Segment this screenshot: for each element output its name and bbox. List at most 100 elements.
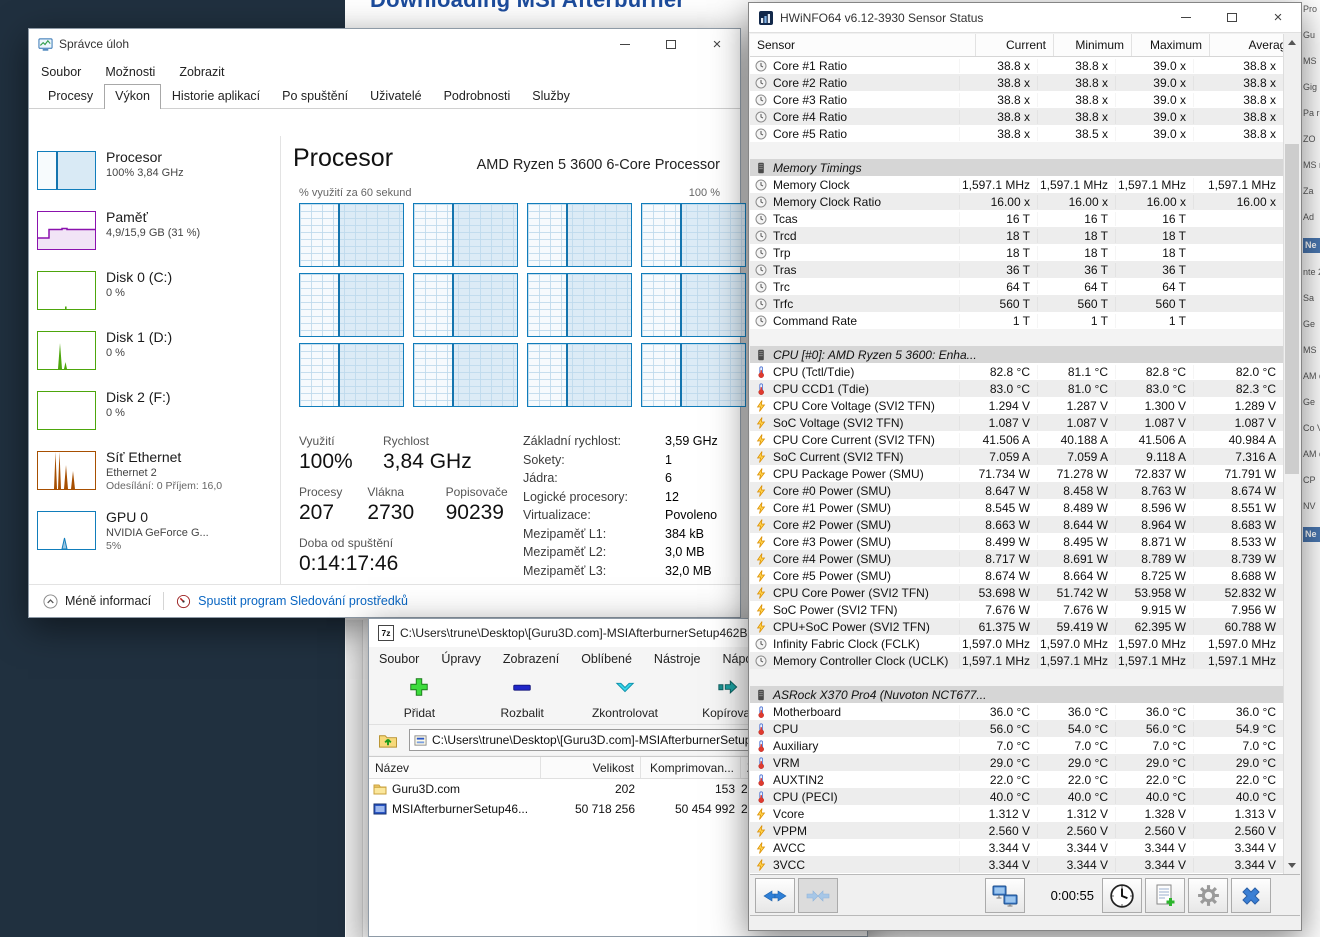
toolbar-button-check[interactable]: Zkontrolovat xyxy=(589,676,662,720)
sensor-row[interactable]: CPU (PECI)40.0 °C40.0 °C40.0 °C40.0 °C xyxy=(750,788,1283,805)
folder-up-button[interactable] xyxy=(375,728,401,752)
column-header-sensor[interactable]: Sensor xyxy=(750,34,976,56)
tab-po-spuštění[interactable]: Po spuštění xyxy=(271,84,359,108)
tab-výkon[interactable]: Výkon xyxy=(104,84,161,109)
sensor-row[interactable]: CPU (Tctl/Tdie)82.8 °C81.1 °C82.8 °C82.0… xyxy=(750,363,1283,380)
page-scrollbar[interactable] xyxy=(346,620,363,937)
sensor-section-header[interactable]: ASRock X370 Pro4 (Nuvoton NCT677... xyxy=(750,686,1283,703)
sensor-row[interactable]: Core #4 Power (SMU)8.717 W8.691 W8.789 W… xyxy=(750,550,1283,567)
minimize-button[interactable] xyxy=(602,29,648,59)
sidebar-item-gpu[interactable]: GPU 0NVIDIA GeForce G...5% xyxy=(37,509,280,569)
sensor-row[interactable]: CPU Core Power (SVI2 TFN)53.698 W51.742 … xyxy=(750,584,1283,601)
menu-item[interactable]: Nástroje xyxy=(654,652,701,666)
menu-item[interactable]: Soubor xyxy=(41,65,81,79)
sensor-row[interactable]: Core #4 Ratio38.8 x38.8 x39.0 x38.8 x xyxy=(750,108,1283,125)
scroll-down-button[interactable] xyxy=(1284,857,1300,874)
sensor-section-header[interactable]: Memory Timings xyxy=(750,159,1283,176)
sensor-row[interactable]: Core #1 Power (SMU)8.545 W8.489 W8.596 W… xyxy=(750,499,1283,516)
sensor-row[interactable]: Motherboard36.0 °C36.0 °C36.0 °C36.0 °C xyxy=(750,703,1283,720)
sensor-row[interactable]: Trc64 T64 T64 T xyxy=(750,278,1283,295)
sensor-row[interactable]: Tras36 T36 T36 T xyxy=(750,261,1283,278)
sensor-row[interactable]: Core #2 Power (SMU)8.663 W8.644 W8.964 W… xyxy=(750,516,1283,533)
tab-historie-aplikací[interactable]: Historie aplikací xyxy=(161,84,271,108)
sensor-row[interactable]: Infinity Fabric Clock (FCLK)1,597.0 MHz1… xyxy=(750,635,1283,652)
sidebar-item-cpu[interactable]: Procesor100% 3,84 GHz xyxy=(37,149,280,209)
menu-item[interactable]: Soubor xyxy=(379,652,419,666)
sensor-row[interactable]: AVCC3.344 V3.344 V3.344 V3.344 V xyxy=(750,839,1283,856)
sensor-row[interactable]: Auxiliary7.0 °C7.0 °C7.0 °C7.0 °C xyxy=(750,737,1283,754)
column-header-current[interactable]: Current xyxy=(976,34,1054,56)
file-column-k[interactable]: Komprimovan... xyxy=(641,757,741,778)
sensor-row[interactable]: Core #1 Ratio38.8 x38.8 x39.0 x38.8 x xyxy=(750,57,1283,74)
sidebar-item-mem[interactable]: Paměť4,9/15,9 GB (31 %) xyxy=(37,209,280,269)
close-button[interactable]: × xyxy=(1255,3,1301,32)
sensor-row[interactable]: Trp18 T18 T18 T xyxy=(750,244,1283,261)
exit-button[interactable] xyxy=(1231,878,1271,913)
resource-monitor-link[interactable]: Spustit program Sledování prostředků xyxy=(198,594,408,608)
column-header-maximum[interactable]: Maximum xyxy=(1132,34,1210,56)
menu-item[interactable]: Zobrazení xyxy=(503,652,559,666)
sensor-row[interactable]: AUXTIN222.0 °C22.0 °C22.0 °C22.0 °C xyxy=(750,771,1283,788)
maximize-button[interactable] xyxy=(648,29,694,59)
task-manager-titlebar[interactable]: Správce úloh × xyxy=(29,29,740,59)
sensor-row[interactable]: SoC Voltage (SVI2 TFN)1.087 V1.087 V1.08… xyxy=(750,414,1283,431)
sidebar-item-disk2[interactable]: Disk 2 (F:)0 % xyxy=(37,389,280,449)
sensor-row[interactable]: Core #0 Power (SMU)8.647 W8.458 W8.763 W… xyxy=(750,482,1283,499)
sidebar-item-disk1[interactable]: Disk 1 (D:)0 % xyxy=(37,329,280,389)
file-column-n[interactable]: Název xyxy=(369,757,541,778)
tab-uživatelé[interactable]: Uživatelé xyxy=(359,84,432,108)
sidebar-item-disk0[interactable]: Disk 0 (C:)0 % xyxy=(37,269,280,329)
toolbar-button-minus[interactable]: Rozbalit xyxy=(486,676,559,720)
sensor-row[interactable]: VPPM2.560 V2.560 V2.560 V2.560 V xyxy=(750,822,1283,839)
collapse-columns-button[interactable] xyxy=(798,878,838,913)
maximize-button[interactable] xyxy=(1209,3,1255,32)
sensor-row[interactable]: Core #3 Ratio38.8 x38.8 x39.0 x38.8 x xyxy=(750,91,1283,108)
sensor-row[interactable]: Memory Controller Clock (UCLK)1,597.1 MH… xyxy=(750,652,1283,669)
clock-button[interactable] xyxy=(1102,878,1142,913)
sensor-row[interactable]: Vcore1.312 V1.312 V1.328 V1.313 V xyxy=(750,805,1283,822)
less-info-toggle[interactable]: Méně informací xyxy=(65,594,151,608)
hwinfo-titlebar[interactable]: HWiNFO64 v6.12-3930 Sensor Status × xyxy=(749,3,1301,33)
sensor-row[interactable]: Core #5 Power (SMU)8.674 W8.664 W8.725 W… xyxy=(750,567,1283,584)
tab-podrobnosti[interactable]: Podrobnosti xyxy=(433,84,522,108)
report-button[interactable] xyxy=(1145,878,1185,913)
sensor-row[interactable]: VRM29.0 °C29.0 °C29.0 °C29.0 °C xyxy=(750,754,1283,771)
sensor-row[interactable]: CPU Package Power (SMU)71.734 W71.278 W7… xyxy=(750,465,1283,482)
menu-item[interactable]: Zobrazit xyxy=(179,65,224,79)
menu-item[interactable]: Oblíbené xyxy=(581,652,632,666)
minimize-button[interactable] xyxy=(1163,3,1209,32)
tab-procesy[interactable]: Procesy xyxy=(37,84,104,108)
sensor-row[interactable]: Core #2 Ratio38.8 x38.8 x39.0 x38.8 x xyxy=(750,74,1283,91)
sensor-row[interactable]: SoC Current (SVI2 TFN)7.059 A7.059 A9.11… xyxy=(750,448,1283,465)
file-column-s[interactable]: Velikost xyxy=(541,757,641,778)
sensor-row[interactable]: CPU+SoC Power (SVI2 TFN)61.375 W59.419 W… xyxy=(750,618,1283,635)
sensor-row[interactable]: CPU56.0 °C54.0 °C56.0 °C54.9 °C xyxy=(750,720,1283,737)
sensor-row[interactable]: Trfc560 T560 T560 T xyxy=(750,295,1283,312)
expand-columns-button[interactable] xyxy=(755,878,795,913)
sensor-row[interactable]: CPU Core Current (SVI2 TFN)41.506 A40.18… xyxy=(750,431,1283,448)
menu-item[interactable]: Úpravy xyxy=(441,652,481,666)
column-header-minimum[interactable]: Minimum xyxy=(1054,34,1132,56)
scroll-up-button[interactable] xyxy=(1284,34,1300,51)
sensor-row[interactable]: CPU Core Voltage (SVI2 TFN)1.294 V1.287 … xyxy=(750,397,1283,414)
sensor-row[interactable]: Memory Clock1,597.1 MHz1,597.1 MHz1,597.… xyxy=(750,176,1283,193)
menu-item[interactable]: Možnosti xyxy=(105,65,155,79)
sensor-row[interactable]: Core #5 Ratio38.8 x38.5 x39.0 x38.8 x xyxy=(750,125,1283,142)
close-button[interactable]: × xyxy=(694,29,740,59)
sensor-row[interactable]: Tcas16 T16 T16 T xyxy=(750,210,1283,227)
tab-služby[interactable]: Služby xyxy=(521,84,581,108)
sensor-row[interactable]: Command Rate1 T1 T1 T xyxy=(750,312,1283,329)
sensor-row[interactable]: SoC Power (SVI2 TFN)7.676 W7.676 W9.915 … xyxy=(750,601,1283,618)
toolbar-button-plus[interactable]: Přidat xyxy=(383,676,456,720)
sensor-row[interactable]: Core #3 Power (SMU)8.499 W8.495 W8.871 W… xyxy=(750,533,1283,550)
sensor-section-header[interactable]: CPU [#0]: AMD Ryzen 5 3600: Enha... xyxy=(750,346,1283,363)
sensor-scrollbar[interactable] xyxy=(1283,34,1300,874)
sensor-row[interactable]: CPU CCD1 (Tdie)83.0 °C81.0 °C83.0 °C82.3… xyxy=(750,380,1283,397)
chevron-up-circle-icon[interactable] xyxy=(43,594,58,609)
scrollbar-thumb[interactable] xyxy=(1285,144,1299,474)
sensor-row[interactable]: Memory Clock Ratio16.00 x16.00 x16.00 x1… xyxy=(750,193,1283,210)
sensor-row[interactable]: Trcd18 T18 T18 T xyxy=(750,227,1283,244)
sensor-row[interactable]: 3VCC3.344 V3.344 V3.344 V3.344 V xyxy=(750,856,1283,873)
remote-sensors-button[interactable] xyxy=(985,878,1025,913)
settings-button[interactable] xyxy=(1188,878,1228,913)
